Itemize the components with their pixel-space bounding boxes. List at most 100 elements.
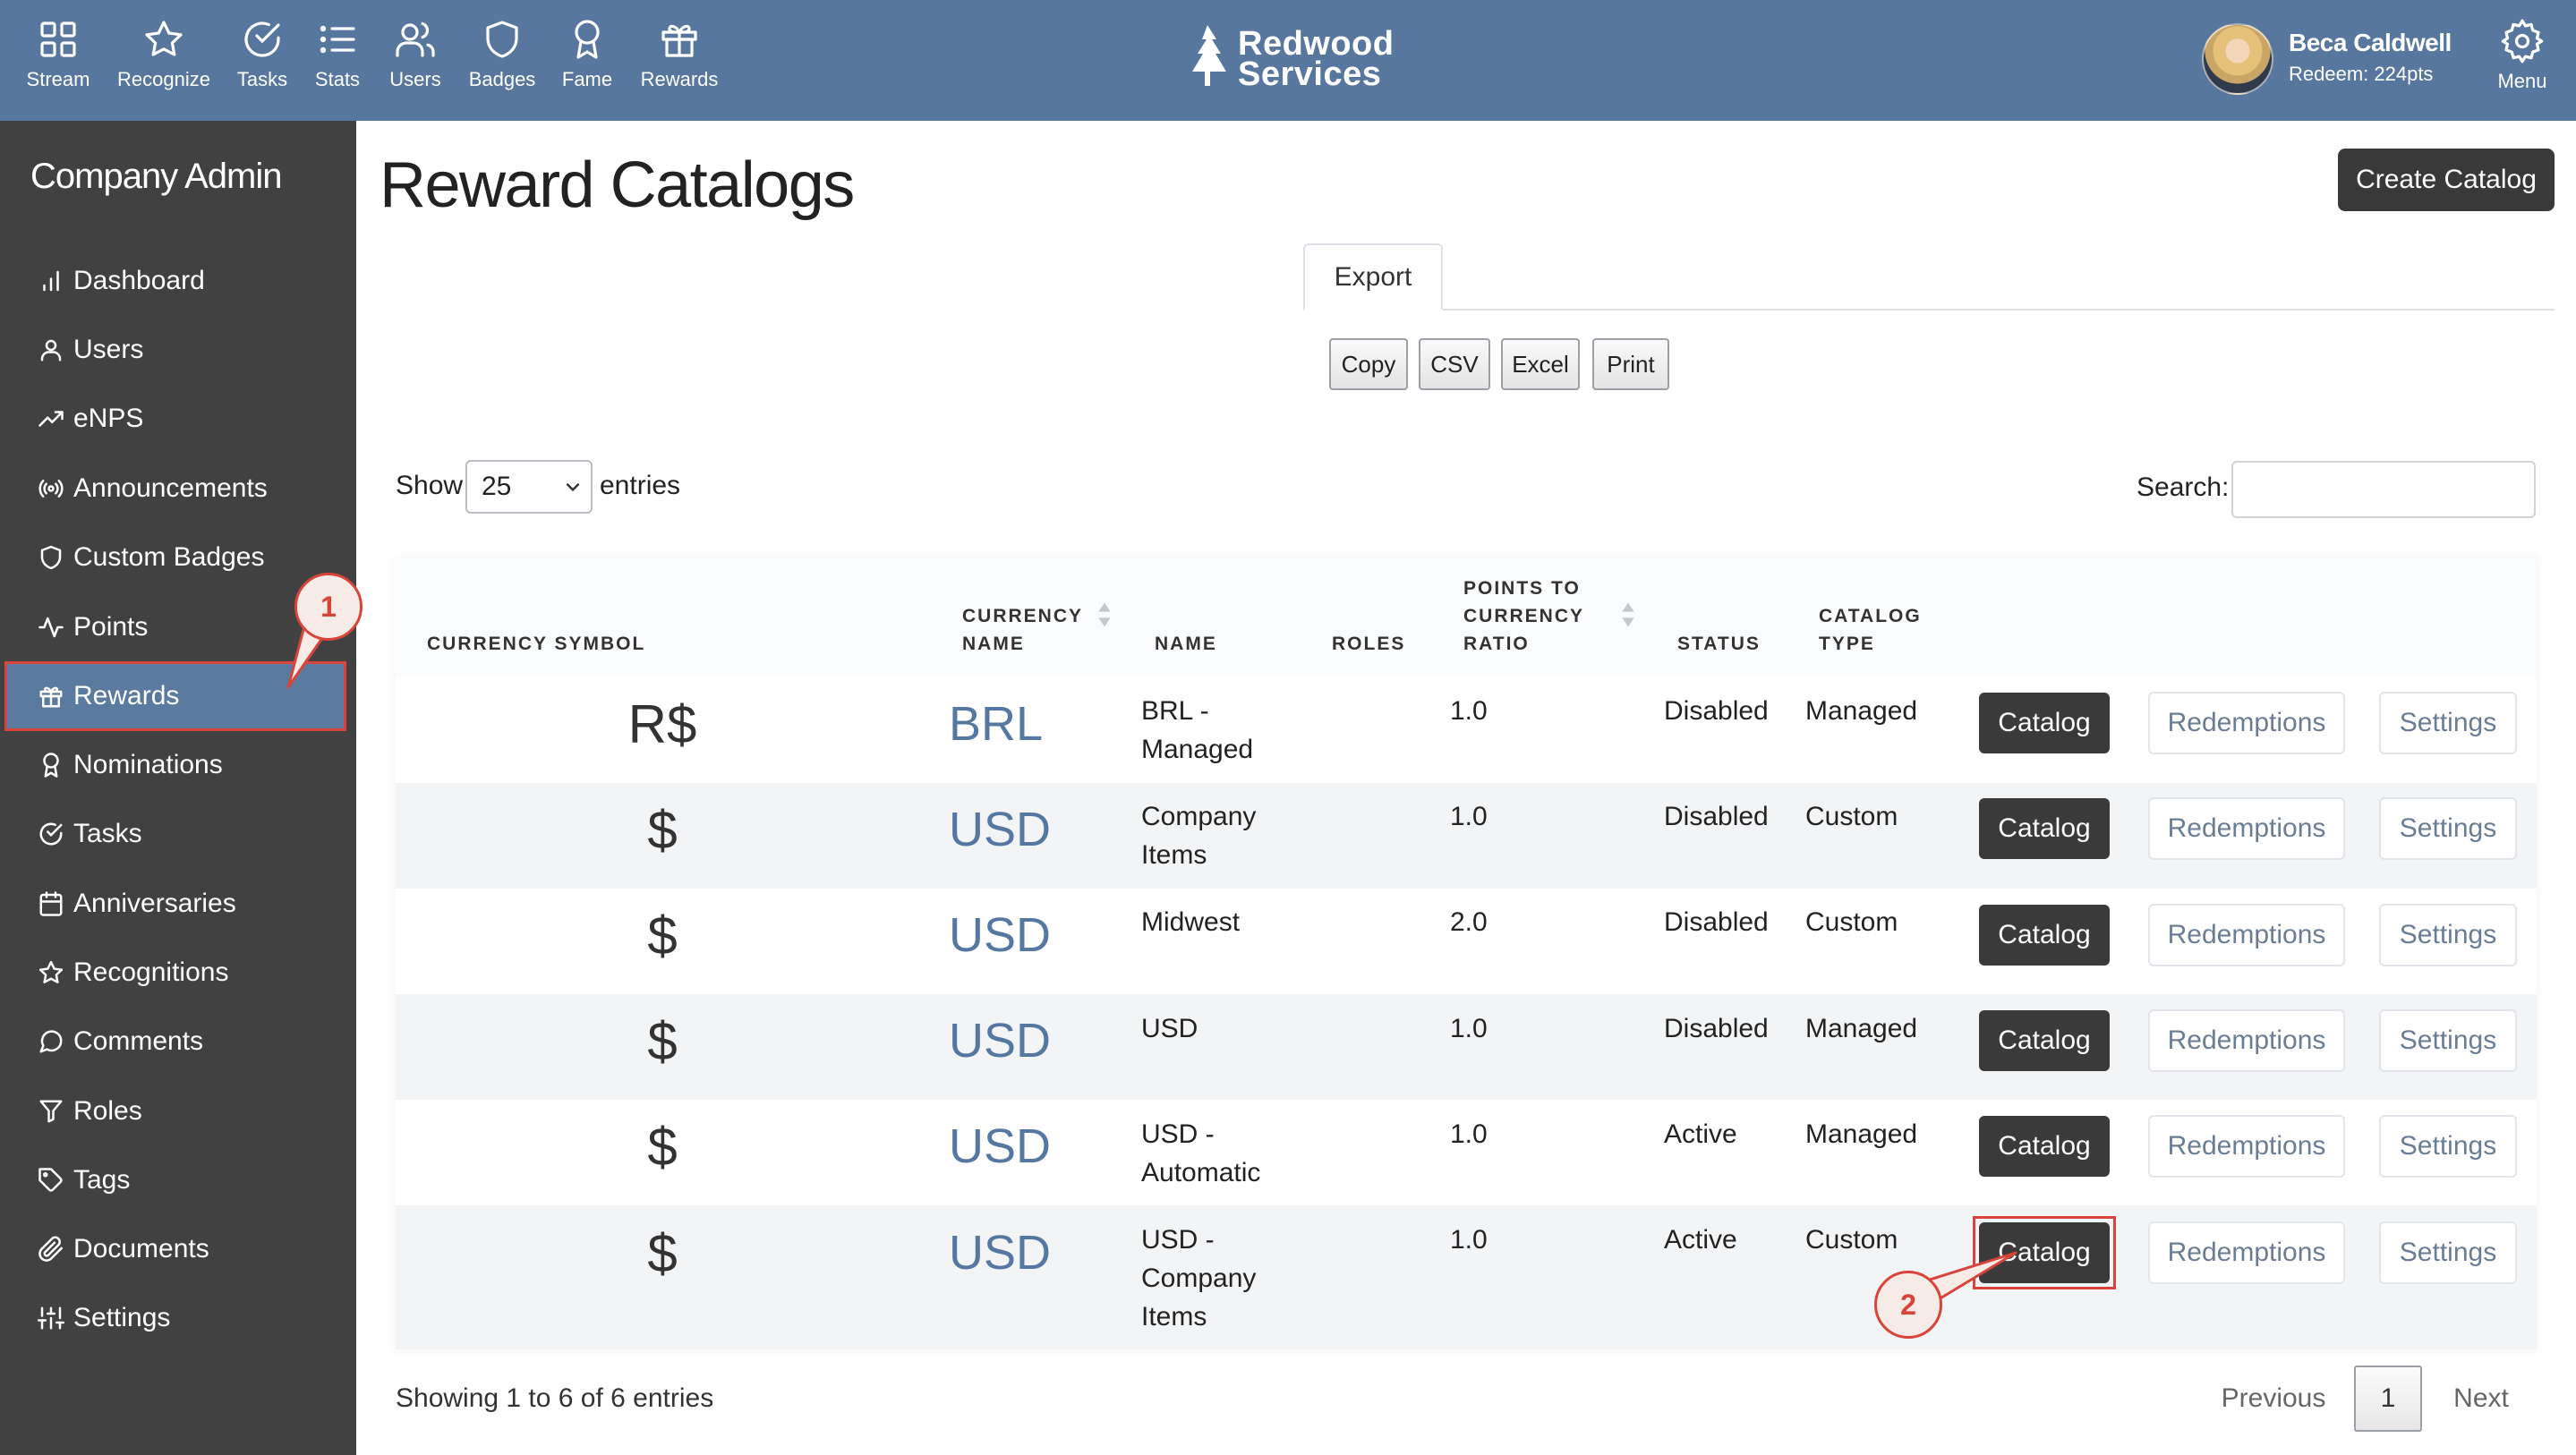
currency-symbol: $ [647,1223,678,1283]
settings-button[interactable]: Settings [2379,1221,2517,1284]
nav-users[interactable]: Users [366,18,465,91]
tab-export[interactable]: Export [1303,243,1443,311]
sidebar-item-label: Tasks [73,819,142,848]
currency-symbol: $ [647,800,678,860]
redemptions-button[interactable]: Redemptions [2148,692,2345,754]
header-name[interactable]: NAME [1155,630,1217,658]
message-circle-icon [39,1030,63,1053]
settings-button[interactable]: Settings [2379,692,2517,754]
sidebar-item-label: Rewards [73,681,180,710]
nav-rewards-label: Rewards [640,68,719,90]
excel-button[interactable]: Excel [1501,338,1580,390]
sidebar-item-users[interactable]: Users [7,318,344,382]
settings-button[interactable]: Settings [2379,1009,2517,1072]
catalog-button[interactable]: Catalog [1979,798,2110,859]
header-status[interactable]: STATUS [1677,630,1761,658]
status: Disabled [1664,1014,1769,1043]
sidebar-item-label: Dashboard [73,266,205,295]
points-ratio: 1.0 [1450,696,1488,726]
sort-icon [1098,602,1111,627]
redemptions-button[interactable]: Redemptions [2148,1115,2345,1178]
menu-label: Menu [2497,70,2547,92]
catalog-button[interactable]: Catalog [1979,905,2110,966]
sidebar-item-custom-badges[interactable]: Custom Badges [7,525,344,590]
search-input[interactable] [2231,461,2536,518]
create-catalog-button[interactable]: Create Catalog [2338,149,2555,211]
settings-button[interactable]: Settings [2379,797,2517,860]
header-currency-symbol[interactable]: CURRENCY SYMBOL [427,630,645,658]
redemptions-button[interactable]: Redemptions [2148,904,2345,966]
nav-rewards[interactable]: Rewards [630,18,729,91]
settings-button[interactable]: Settings [2379,1115,2517,1178]
sliders-icon [38,1306,64,1330]
currency-symbol: R$ [627,694,697,754]
status: Disabled [1664,907,1769,937]
catalog-name: BRL - Managed [1141,696,1254,764]
catalog-button[interactable]: Catalog [1979,693,2110,753]
sidebar-item-announcements[interactable]: Announcements [7,456,344,521]
sidebar-item-settings[interactable]: Settings [7,1286,344,1350]
sidebar-item-comments[interactable]: Comments [7,1009,344,1074]
sidebar-item-anniversaries[interactable]: Anniversaries [7,872,344,936]
catalog-button[interactable]: Catalog [1979,1010,2110,1071]
sidebar-item-rewards[interactable]: Rewards [4,661,346,731]
sidebar-item-documents[interactable]: Documents [7,1217,344,1281]
catalog-name: USD [1141,1014,1198,1043]
list-icon [320,25,355,54]
header-catalog-type[interactable]: CATALOG TYPE [1819,602,1922,658]
sidebar-item-label: Users [73,335,144,364]
gear-icon [2501,19,2544,64]
redemptions-button[interactable]: Redemptions [2148,1009,2345,1072]
previous-page-button[interactable]: Previous [2211,1366,2336,1432]
csv-button[interactable]: CSV [1419,338,1490,390]
sidebar-item-dashboard[interactable]: Dashboard [7,249,344,313]
points-ratio: 2.0 [1450,907,1488,937]
nav-recognize[interactable]: Recognize [115,18,213,91]
sidebar-item-roles[interactable]: Roles [7,1079,344,1144]
status: Active [1664,1119,1737,1149]
points-ratio: 1.0 [1450,1119,1488,1149]
header-currency-name[interactable]: CURRENCY NAME [962,602,1083,658]
nav-badges[interactable]: Badges [453,18,551,91]
show-label: Show [396,471,464,500]
highlight-box [1973,1216,2116,1289]
sidebar-item-nominations[interactable]: Nominations [7,733,344,797]
points-ratio: 1.0 [1450,802,1488,831]
catalog-button[interactable]: Catalog [1979,1116,2110,1177]
sidebar-item-label: Recognitions [73,957,229,987]
currency-symbol: $ [647,1011,678,1071]
status: Disabled [1664,802,1769,831]
nav-stream[interactable]: Stream [9,18,107,91]
nav-fame[interactable]: Fame [538,18,636,91]
sidebar-item-tags[interactable]: Tags [7,1148,344,1212]
sidebar-item-enps[interactable]: eNPS [7,387,344,451]
settings-button[interactable]: Settings [2379,904,2517,966]
sidebar-item-recognitions[interactable]: Recognitions [7,940,344,1005]
avatar[interactable] [2202,23,2273,95]
catalog-name: USD - Company Items [1141,1225,1257,1332]
sidebar-item-label: eNPS [73,404,144,433]
award-icon [43,753,59,778]
sidebar-item-points[interactable]: Points [7,595,344,659]
user-icon [40,339,62,362]
redemptions-button[interactable]: Redemptions [2148,797,2345,860]
entries-per-page-select[interactable]: 25 [465,460,593,514]
currency-symbol: $ [647,1117,678,1177]
header-points-ratio[interactable]: POINTS TO CURRENCY RATIO [1463,574,1584,658]
chevron-down-icon [566,483,580,492]
redemptions-button[interactable]: Redemptions [2148,1221,2345,1284]
menu-button[interactable]: Menu [2479,18,2565,93]
trending-up-icon [38,411,64,427]
header-roles[interactable]: ROLES [1332,630,1405,658]
currency-name: USD [949,1119,1052,1173]
award-icon [575,20,600,59]
page-1-button[interactable]: 1 [2354,1366,2422,1432]
next-page-button[interactable]: Next [2440,1366,2522,1432]
gift-icon [661,24,697,57]
filter-icon [39,1100,63,1123]
copy-button[interactable]: Copy [1329,338,1408,390]
sidebar-item-tasks[interactable]: Tasks [7,802,344,866]
print-button[interactable]: Print [1592,338,1669,390]
sidebar-item-label: Points [73,612,149,642]
catalog-type: Custom [1805,1225,1898,1255]
